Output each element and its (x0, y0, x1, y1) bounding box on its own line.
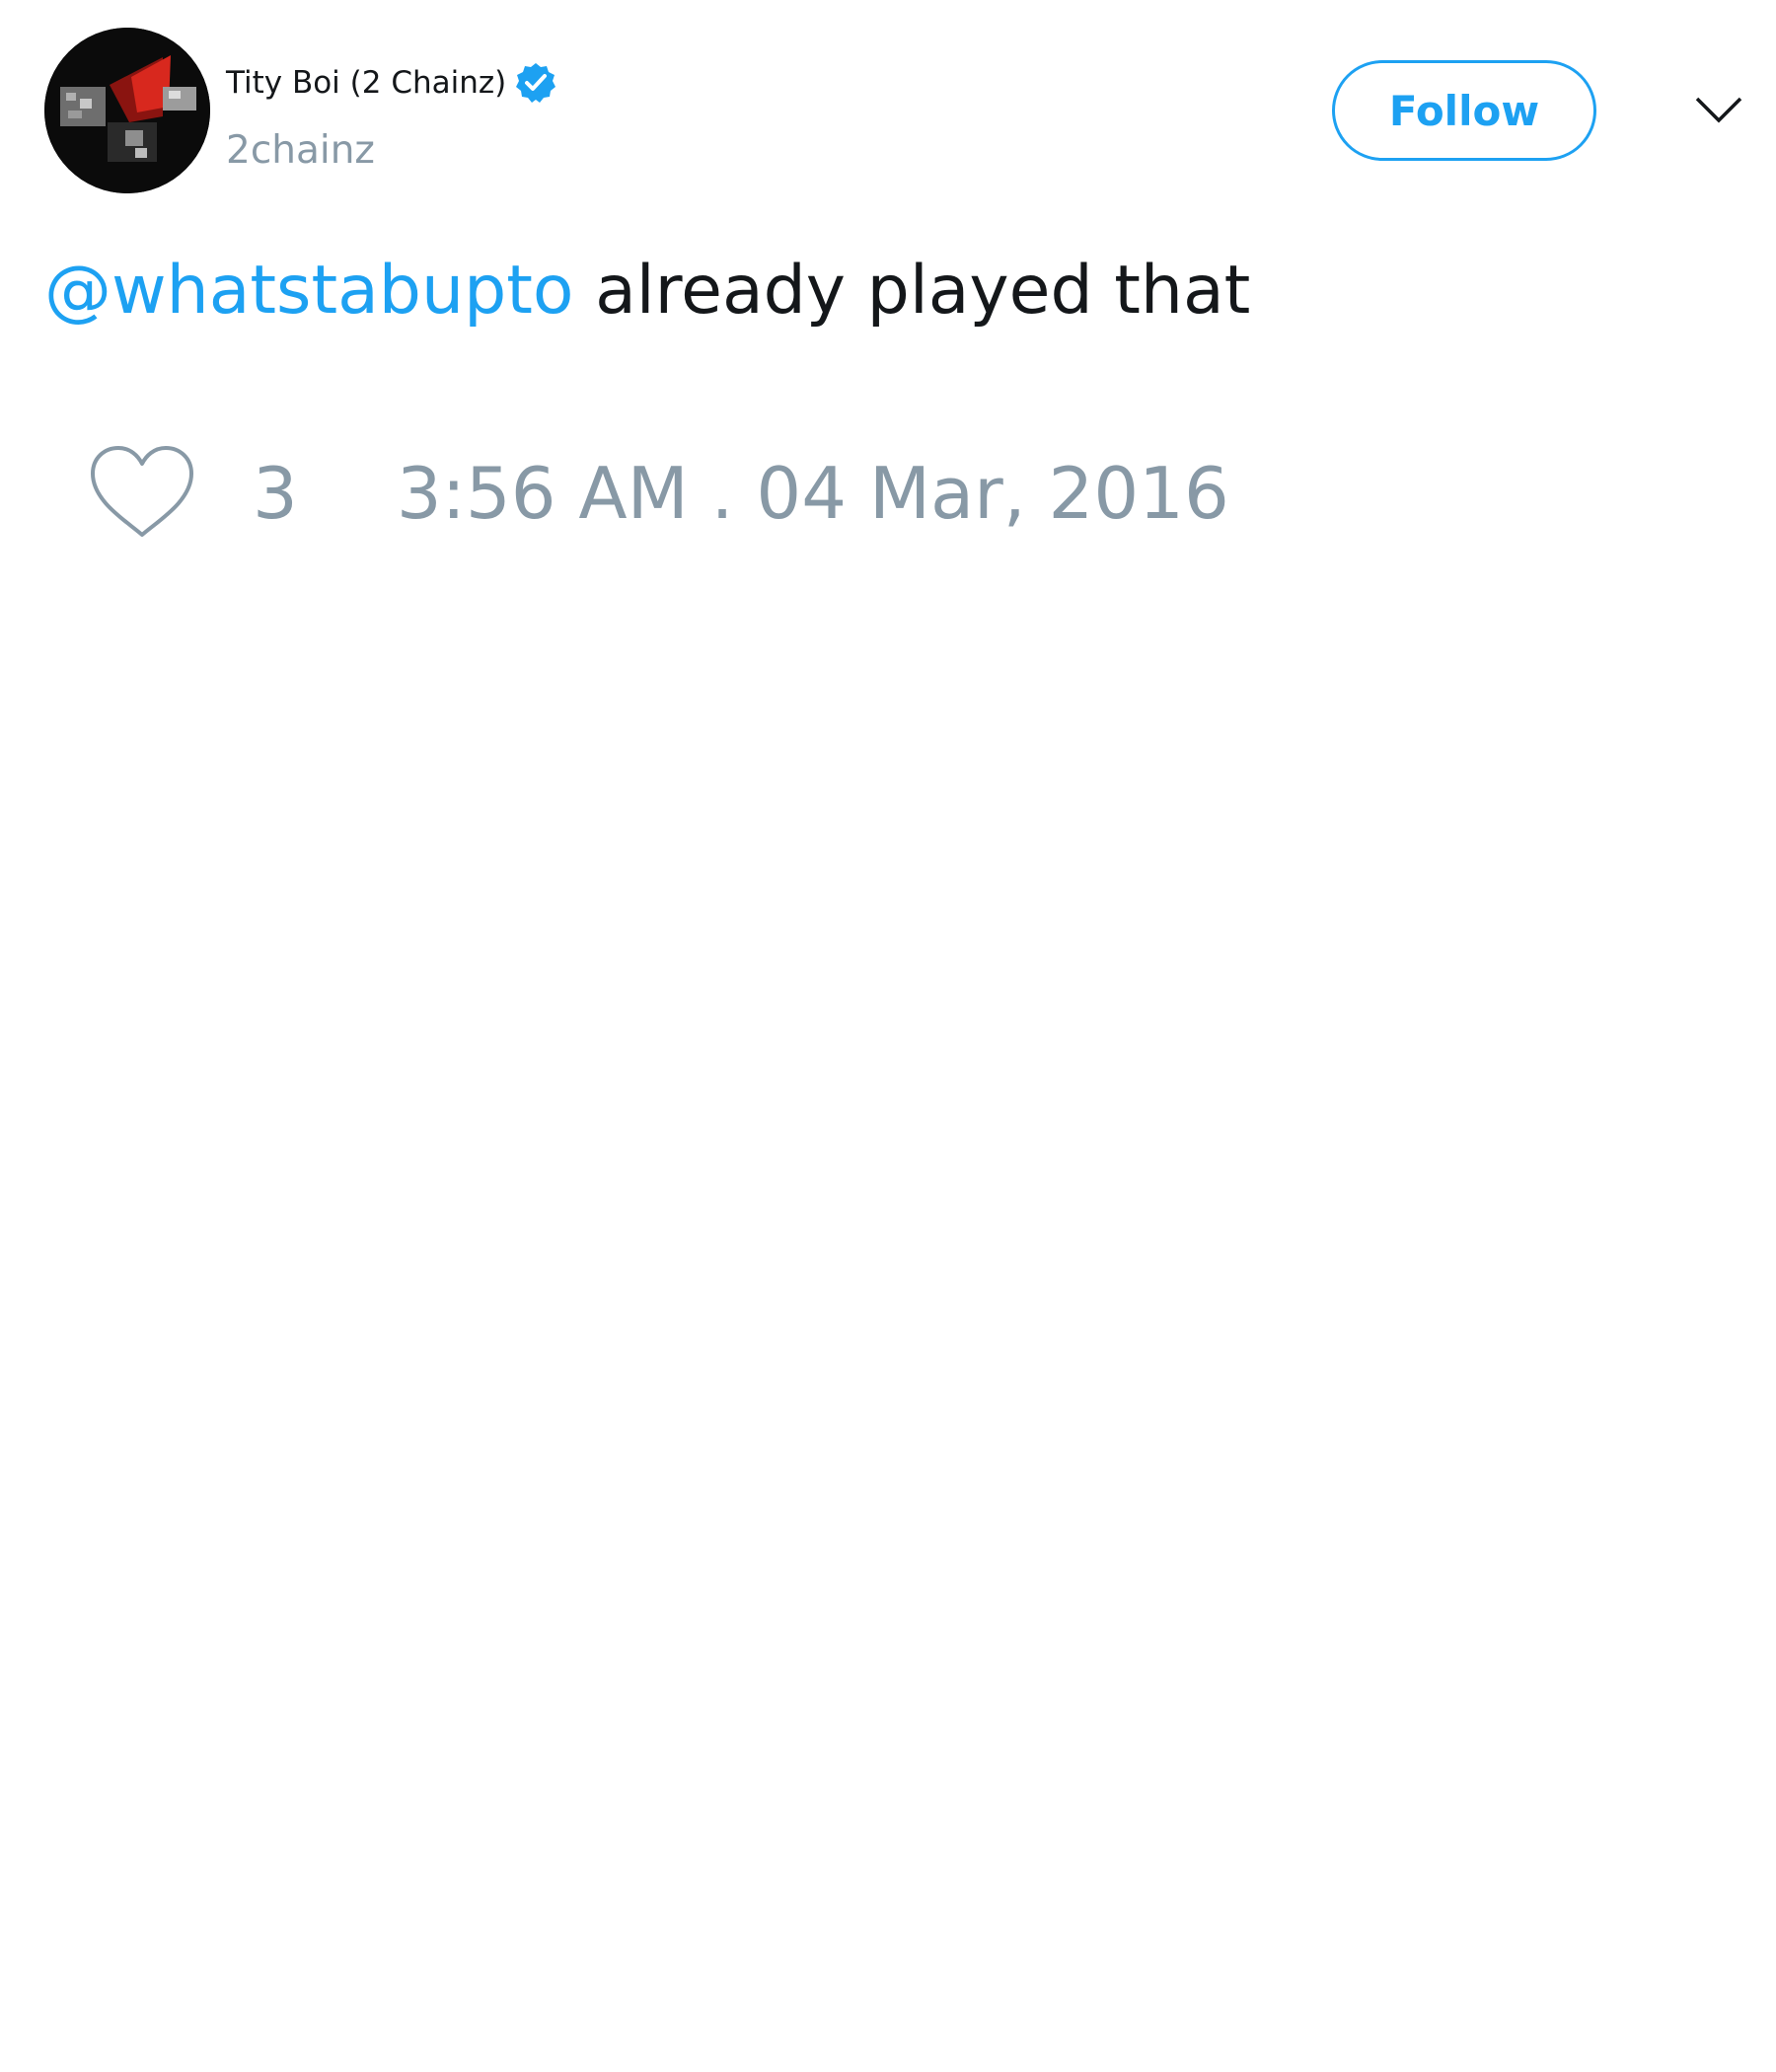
heart-outline-icon[interactable] (89, 444, 195, 543)
avatar[interactable] (44, 28, 210, 193)
timestamp[interactable]: 3:56 AM . 04 Mar, 2016 (397, 444, 1229, 543)
verified-badge-icon (514, 61, 557, 105)
tweet-footer: 3 3:56 AM . 04 Mar, 2016 (89, 444, 1229, 543)
display-name[interactable]: Tity Boi (2 Chainz) (226, 61, 506, 105)
avatar-image (44, 28, 210, 193)
like-count: 3 (253, 452, 298, 535)
mention-link[interactable]: @whatstabupto (44, 252, 574, 330)
tweet-text: @whatstabupto already played that (44, 252, 1250, 331)
tweet-card: Tity Boi (2 Chainz) 2chainz Follow @what… (0, 0, 1776, 2072)
chevron-down-icon[interactable] (1693, 91, 1744, 130)
author-name-row: Tity Boi (2 Chainz) (226, 61, 557, 105)
author-handle[interactable]: 2chainz (226, 126, 375, 176)
tweet-body: already played that (573, 252, 1251, 330)
follow-button[interactable]: Follow (1332, 60, 1596, 161)
